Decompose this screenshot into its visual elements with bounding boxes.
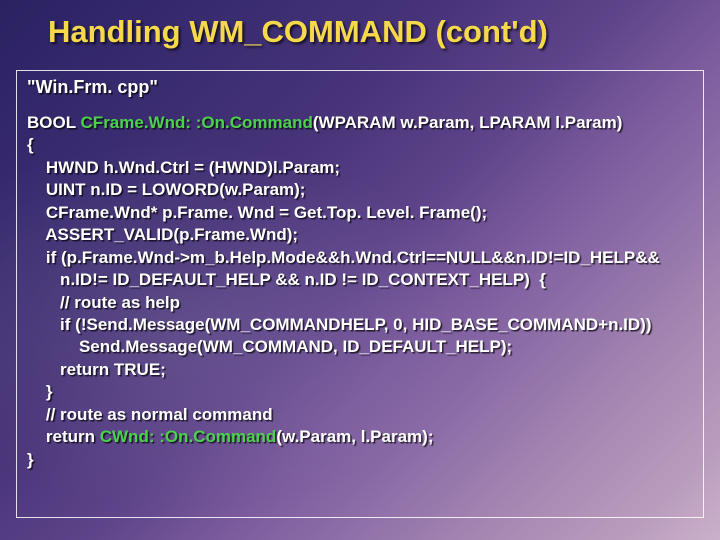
fn-oncommand: CFrame.Wnd: :On.Command: [81, 113, 313, 132]
slide-title: Handling WM_COMMAND (cont'd): [48, 14, 548, 50]
fn-cwnd-oncommand: CWnd: :On.Command: [100, 427, 277, 446]
code-block: BOOL CFrame.Wnd: :On.Command(WPARAM w.Pa…: [27, 112, 693, 471]
slide: Handling WM_COMMAND (cont'd) "Win.Frm. c…: [0, 0, 720, 540]
file-label: "Win.Frm. cpp": [27, 77, 693, 98]
code-container: "Win.Frm. cpp" BOOL CFrame.Wnd: :On.Comm…: [16, 70, 704, 518]
